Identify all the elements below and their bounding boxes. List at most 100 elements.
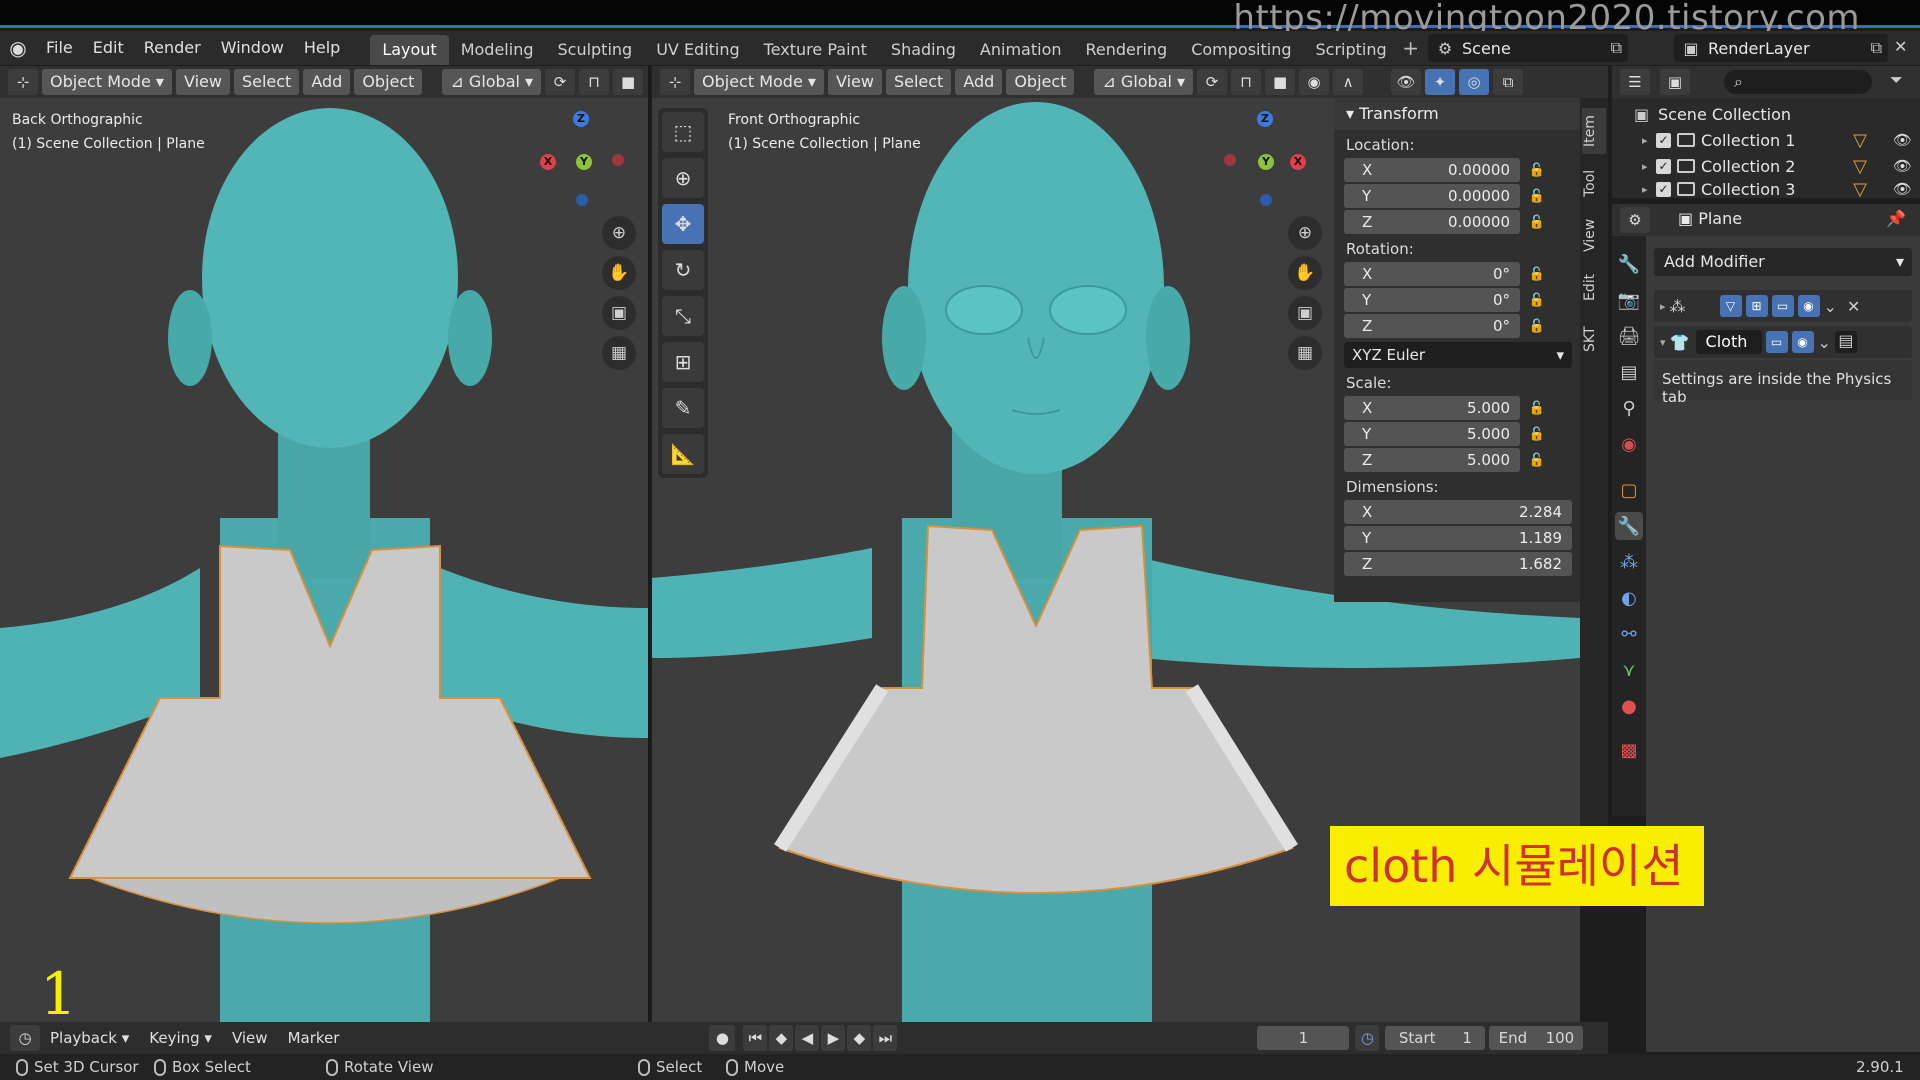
outliner-scene-collection[interactable]: ▣ Scene Collection xyxy=(1634,102,1791,126)
snap-icon[interactable]: ⊓ xyxy=(579,69,610,95)
play-reverse-icon[interactable]: ◀ xyxy=(795,1025,820,1051)
close-renderlayer-icon[interactable]: ✕ xyxy=(1894,37,1907,56)
expand-arrow-icon[interactable]: ▸ xyxy=(1642,183,1656,196)
left-object-menu[interactable]: Object xyxy=(354,69,423,95)
tab-skt[interactable]: SKT xyxy=(1582,316,1606,362)
blender-logo-icon[interactable]: ◉ xyxy=(0,31,36,65)
end-frame-field[interactable]: End 100 xyxy=(1489,1026,1584,1050)
right-camera-icon[interactable]: ▣ xyxy=(1288,296,1322,330)
right-editor-type-icon[interactable]: ⊹ xyxy=(660,69,690,95)
tab-animation[interactable]: Animation xyxy=(968,35,1074,65)
modifier-props-icon[interactable]: 🔧 xyxy=(1615,512,1643,540)
rotation-mode-dropdown[interactable]: XYZ Euler ▾ xyxy=(1344,342,1572,368)
extra-options-icon[interactable]: ▤ xyxy=(1834,331,1857,353)
record-icon[interactable]: ● xyxy=(709,1025,736,1051)
cloth-name-field[interactable]: Cloth xyxy=(1695,330,1762,354)
physics-icon[interactable]: ◐ xyxy=(1615,584,1643,612)
lock-icon[interactable]: 🔓 xyxy=(1520,189,1554,204)
zoom-icon[interactable]: ⊕ xyxy=(602,216,636,250)
gizmo-neg-x-dot[interactable] xyxy=(612,154,624,166)
viewport-toggle-icon[interactable]: ▭ xyxy=(1771,295,1794,317)
prev-keyframe-icon[interactable]: ◆ xyxy=(769,1025,794,1051)
tab-view[interactable]: View xyxy=(1582,212,1606,258)
right-add-menu[interactable]: Add xyxy=(955,69,1003,95)
timeline-playback-menu[interactable]: Playback ▾ xyxy=(40,1021,139,1055)
cursor-tool-icon[interactable]: ⊕ xyxy=(662,158,704,198)
gizmo-x-axis[interactable]: X xyxy=(540,154,556,170)
scale-tool-icon[interactable]: ⤡ xyxy=(662,296,704,336)
play-icon[interactable]: ▶ xyxy=(821,1025,846,1051)
add-modifier-dropdown[interactable]: Add Modifier ▾ xyxy=(1654,248,1912,276)
right-pan-hand-icon[interactable]: ✋ xyxy=(1288,256,1322,290)
next-keyframe-icon[interactable]: ◆ xyxy=(847,1025,872,1051)
material-props-icon[interactable]: ● xyxy=(1615,692,1643,720)
constraints-icon[interactable]: ⚯ xyxy=(1615,620,1643,648)
collapsed-modifier-row[interactable]: ▸ ⁂ ▽ ⊞ ▭ ◉ ⌄ ✕ xyxy=(1654,290,1912,322)
grid-icon[interactable]: ▦ xyxy=(602,336,636,370)
checkbox-icon[interactable]: ✓ xyxy=(1656,181,1671,197)
start-frame-field[interactable]: Start 1 xyxy=(1385,1026,1486,1050)
lock-icon[interactable]: 🔓 xyxy=(1520,401,1554,416)
collapse-arrow-icon[interactable]: ▾ xyxy=(1660,336,1666,349)
overlay-toggle-icon[interactable]: ◎ xyxy=(1459,69,1490,95)
tab-texture-paint[interactable]: Texture Paint xyxy=(752,35,879,65)
right-object-menu[interactable]: Object xyxy=(1006,69,1075,95)
right-grid-icon[interactable]: ▦ xyxy=(1288,336,1322,370)
tab-edit[interactable]: Edit xyxy=(1582,264,1606,310)
left-add-menu[interactable]: Add xyxy=(303,69,351,95)
scale-x-field[interactable]: X 5.000 xyxy=(1344,396,1520,420)
select-box-tool-icon[interactable]: ⬚ xyxy=(662,112,704,152)
timeline-keying-menu[interactable]: Keying ▾ xyxy=(139,1021,222,1055)
right-orientation-dropdown[interactable]: ⊿ Global ▾ xyxy=(1094,69,1194,95)
checkbox-icon[interactable]: ✓ xyxy=(1656,158,1671,174)
checkbox-icon[interactable]: ✓ xyxy=(1656,132,1671,148)
tab-compositing[interactable]: Compositing xyxy=(1179,35,1303,65)
expand-arrow-icon[interactable]: ▸ xyxy=(1660,300,1666,313)
pan-hand-icon[interactable]: ✋ xyxy=(602,256,636,290)
object-props-icon[interactable]: ▢ xyxy=(1615,476,1643,504)
eye-icon[interactable]: 👁 xyxy=(1893,131,1912,149)
object-name-field[interactable]: ▣ Plane xyxy=(1678,209,1742,228)
cage-toggle-icon[interactable]: ⊞ xyxy=(1745,295,1768,317)
move-tool-icon[interactable]: ✥ xyxy=(662,204,704,244)
eye-icon[interactable]: 👁 xyxy=(1893,157,1912,175)
right-snap-icon[interactable]: ⊓ xyxy=(1231,69,1262,95)
transform-panel-title[interactable]: ▾ Transform xyxy=(1334,98,1580,130)
dimensions-z-field[interactable]: Z 1.682 xyxy=(1344,552,1572,576)
location-z-field[interactable]: Z 0.00000 xyxy=(1344,210,1520,234)
particles-icon[interactable]: ⁂ xyxy=(1615,548,1643,576)
right-gizmo-z-axis[interactable]: Z xyxy=(1257,111,1273,127)
chevron-down-icon[interactable]: ⌄ xyxy=(1818,333,1831,352)
lock-icon[interactable]: 🔓 xyxy=(1520,293,1554,308)
right-gizmo-neg-z-dot[interactable] xyxy=(1260,194,1272,206)
scale-y-field[interactable]: Y 5.000 xyxy=(1344,422,1520,446)
menu-file[interactable]: File xyxy=(36,31,83,65)
view-layer-icon[interactable]: ▤ xyxy=(1615,358,1643,386)
close-icon[interactable]: ✕ xyxy=(1847,297,1860,316)
outliner-search-input[interactable]: ⌕ xyxy=(1724,70,1872,94)
output-props-icon[interactable]: 🖨 xyxy=(1615,322,1643,350)
scale-z-field[interactable]: Z 5.000 xyxy=(1344,448,1520,472)
right-snap-target-icon[interactable]: ■ xyxy=(1265,69,1296,95)
menu-edit[interactable]: Edit xyxy=(83,31,134,65)
render-props-icon[interactable]: 📷 xyxy=(1615,286,1643,314)
tab-shading[interactable]: Shading xyxy=(879,35,968,65)
lock-icon[interactable]: 🔓 xyxy=(1520,163,1554,178)
current-frame-field[interactable]: 1 xyxy=(1257,1026,1350,1050)
lock-icon[interactable]: 🔓 xyxy=(1520,319,1554,334)
rotation-y-field[interactable]: Y 0° xyxy=(1344,288,1520,312)
left-mode-dropdown[interactable]: Object Mode ▾ xyxy=(42,69,172,95)
lock-icon[interactable]: 🔓 xyxy=(1520,427,1554,442)
cloth-viewport-toggle-icon[interactable]: ▭ xyxy=(1765,331,1788,353)
cloth-modifier-row[interactable]: ▾ 👕 Cloth ▭ ◉ ⌄ ▤ xyxy=(1654,326,1912,358)
tab-item[interactable]: Item xyxy=(1582,108,1606,154)
timeline-view-menu[interactable]: View xyxy=(222,1021,278,1055)
right-gizmo-y-axis[interactable]: Y xyxy=(1258,154,1274,170)
right-nav-gizmo[interactable]: Z Y X xyxy=(1224,106,1306,206)
left-select-menu[interactable]: Select xyxy=(233,69,300,95)
measure-tool-icon[interactable]: 📐 xyxy=(662,434,704,474)
tab-uv-editing[interactable]: UV Editing xyxy=(644,35,751,65)
outliner-collection-3[interactable]: ▸ ✓ Collection 3 ▽ 👁 xyxy=(1642,180,1912,198)
menu-window[interactable]: Window xyxy=(211,31,294,65)
dimensions-x-field[interactable]: X 2.284 xyxy=(1344,500,1572,524)
